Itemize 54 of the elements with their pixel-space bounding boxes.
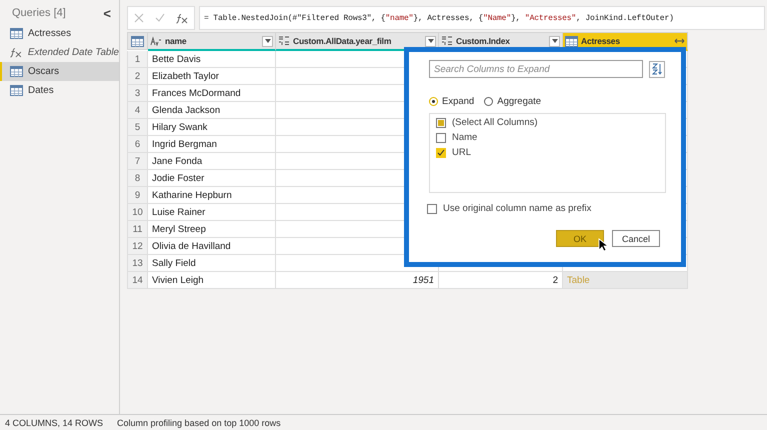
checkbox-label: URL — [452, 147, 472, 158]
query-item[interactable]: Extended Date Table — [0, 43, 119, 62]
query-item[interactable]: Dates — [0, 81, 119, 100]
table-cell: Glenda Jackson — [148, 102, 276, 119]
checkbox-label: Name — [452, 132, 478, 143]
table-cell: Bette Davis — [148, 51, 276, 68]
query-item[interactable]: Actresses — [0, 24, 119, 43]
row-number: 14 — [127, 272, 148, 289]
query-label: Actresses — [28, 28, 72, 39]
row-number: 9 — [127, 187, 148, 204]
status-counts: 4 COLUMNS, 14 ROWS — [5, 418, 104, 428]
row-number: 8 — [127, 170, 148, 187]
column-header[interactable]: Custom.AllData.year_film — [276, 32, 439, 51]
query-item[interactable]: Oscars — [0, 62, 119, 81]
query-label: Extended Date Table — [28, 47, 119, 58]
table-cell: Jodie Foster — [148, 170, 276, 187]
row-number: 6 — [127, 136, 148, 153]
column-header[interactable]: name — [148, 32, 276, 51]
row-number: 12 — [127, 238, 148, 255]
row-number: 11 — [127, 221, 148, 238]
row-number: 4 — [127, 102, 148, 119]
table-cell: Katharine Hepburn — [148, 187, 276, 204]
table-cell: Sally Field — [148, 255, 276, 272]
table-cell: Elizabeth Taylor — [148, 68, 276, 85]
table-cell: Meryl Streep — [148, 221, 276, 238]
table-cell: 1951 — [276, 272, 439, 289]
ok-button[interactable]: OK — [556, 230, 604, 247]
row-number: 3 — [127, 85, 148, 102]
query-label: Dates — [28, 85, 54, 96]
table-cell: Luise Rainer — [148, 204, 276, 221]
table-cell: Vivien Leigh — [148, 272, 276, 289]
row-number: 1 — [127, 51, 148, 68]
table-cell: 2 — [439, 272, 563, 289]
row-number: 13 — [127, 255, 148, 272]
mode-radio[interactable]: Expand — [429, 96, 474, 107]
queries-title: Queries [4] — [12, 7, 66, 19]
query-label: Oscars — [28, 66, 60, 77]
cancel-button[interactable]: Cancel — [612, 230, 660, 247]
row-number: 10 — [127, 204, 148, 221]
checkbox-label: (Select All Columns) — [452, 117, 538, 128]
table-cell: Hilary Swank — [148, 119, 276, 136]
table-cell: Ingrid Bergman — [148, 136, 276, 153]
table-cell: Frances McDormand — [148, 85, 276, 102]
mode-radio[interactable]: Aggregate — [484, 96, 542, 107]
row-number: 2 — [127, 68, 148, 85]
status-profiling: Column profiling based on top 1000 rows — [117, 418, 281, 428]
row-number: 5 — [127, 119, 148, 136]
table-cell: Olivia de Havilland — [148, 238, 276, 255]
collapse-button[interactable]: < — [101, 6, 113, 20]
search-field[interactable]: Search Columns to Expand — [429, 60, 644, 78]
table-cell: Jane Fonda — [148, 153, 276, 170]
formula-field[interactable]: = Table.NestedJoin(#"Filtered Rows3", {"name"}, Actresses, {"Name"}, "Actresses", JoinKind.LeftOuter) — [199, 6, 765, 30]
checkbox-label: Use original column name as prefix — [443, 203, 592, 214]
row-number: 7 — [127, 153, 148, 170]
